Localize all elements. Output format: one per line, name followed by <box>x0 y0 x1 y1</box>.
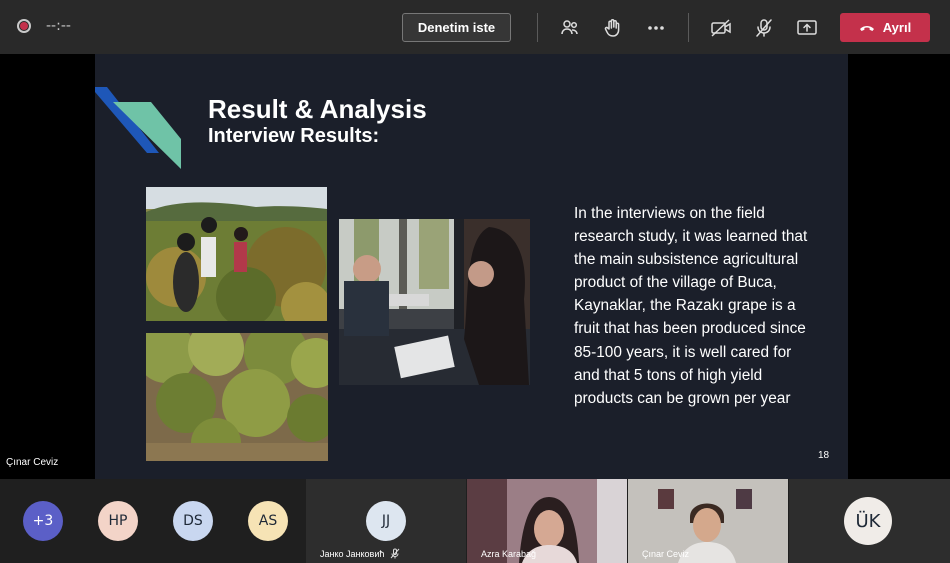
slide-page-number: 18 <box>818 450 830 461</box>
participant-name: Јанко Јанковић <box>320 548 385 559</box>
grape-plants-photo <box>146 333 328 461</box>
presenter-name: Çınar Ceviz <box>6 457 59 468</box>
raise-hand-icon[interactable] <box>600 15 626 41</box>
overflow-participants-button[interactable]: +3 <box>23 501 63 541</box>
meeting-timer: --:-- <box>46 18 71 34</box>
request-control-button[interactable]: Denetim iste <box>402 13 511 42</box>
meeting-toolbar: --:-- Denetim iste Ayrıl <box>0 0 950 54</box>
slide-title: Result & Analysis <box>208 94 427 124</box>
mic-off-icon[interactable] <box>751 15 777 41</box>
leave-button[interactable]: Ayrıl <box>840 13 930 42</box>
toolbar-divider <box>537 13 538 42</box>
participant-avatar[interactable]: DS <box>173 501 213 541</box>
participant-avatar: ÜK <box>844 497 892 545</box>
participant-tile[interactable]: JJ Јанко Јанковић <box>306 479 466 563</box>
participant-avatar[interactable]: AS <box>248 501 288 541</box>
leave-button-label: Ayrıl <box>882 20 912 35</box>
vineyard-photo <box>146 187 327 321</box>
mic-off-icon <box>390 548 400 559</box>
share-screen-icon[interactable] <box>794 15 820 41</box>
participant-name-row: Јанко Јанковић <box>320 548 400 559</box>
participant-video-tile[interactable]: Azra Karabağ <box>467 479 627 563</box>
participant-name: Azra Karabağ <box>481 549 537 559</box>
slide-subtitle: Interview Results: <box>208 125 380 147</box>
participant-avatar: JJ <box>366 501 406 541</box>
participants-icon[interactable] <box>557 15 583 41</box>
participant-name: Çınar Ceviz <box>642 549 690 559</box>
recording-icon <box>17 19 31 33</box>
participant-video-tile[interactable]: Çınar Ceviz <box>628 479 788 563</box>
toolbar-divider <box>688 13 689 42</box>
camera-off-icon[interactable] <box>708 15 734 41</box>
interview-photo <box>339 219 530 385</box>
participant-tile[interactable]: ÜK <box>789 479 950 563</box>
slide-accent-logo <box>95 87 181 169</box>
participant-avatar[interactable]: HP <box>98 501 138 541</box>
more-options-icon[interactable] <box>643 15 669 41</box>
slide-body-text: In the interviews on the field research … <box>574 205 808 407</box>
presentation-slide: Result & Analysis Interview Results: In … <box>95 54 848 479</box>
participant-strip: +3 HP DS AS JJ Јанко Јанковић Azra Karab… <box>0 479 950 563</box>
phone-hangup-icon <box>859 25 874 31</box>
